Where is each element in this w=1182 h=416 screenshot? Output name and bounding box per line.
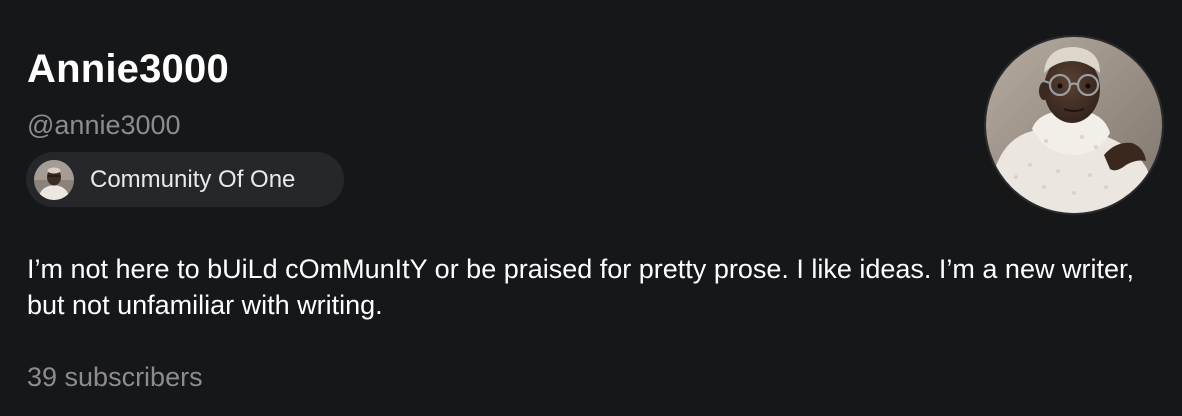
subscriber-count[interactable]: 39 subscribers bbox=[27, 360, 203, 394]
profile-display-name: Annie3000 bbox=[27, 47, 229, 91]
profile-bio: I’m not here to bUiLd cOmMunItY or be pr… bbox=[27, 254, 1134, 320]
profile-handle[interactable]: @annie3000 bbox=[27, 108, 181, 142]
publication-avatar bbox=[34, 159, 74, 200]
publication-name: Community Of One bbox=[90, 165, 296, 193]
publication-chip[interactable]: Community Of One bbox=[26, 152, 344, 207]
profile-avatar[interactable] bbox=[986, 37, 1162, 213]
profile-card: Annie3000 @annie3000 Community Of One I’… bbox=[0, 0, 1182, 416]
